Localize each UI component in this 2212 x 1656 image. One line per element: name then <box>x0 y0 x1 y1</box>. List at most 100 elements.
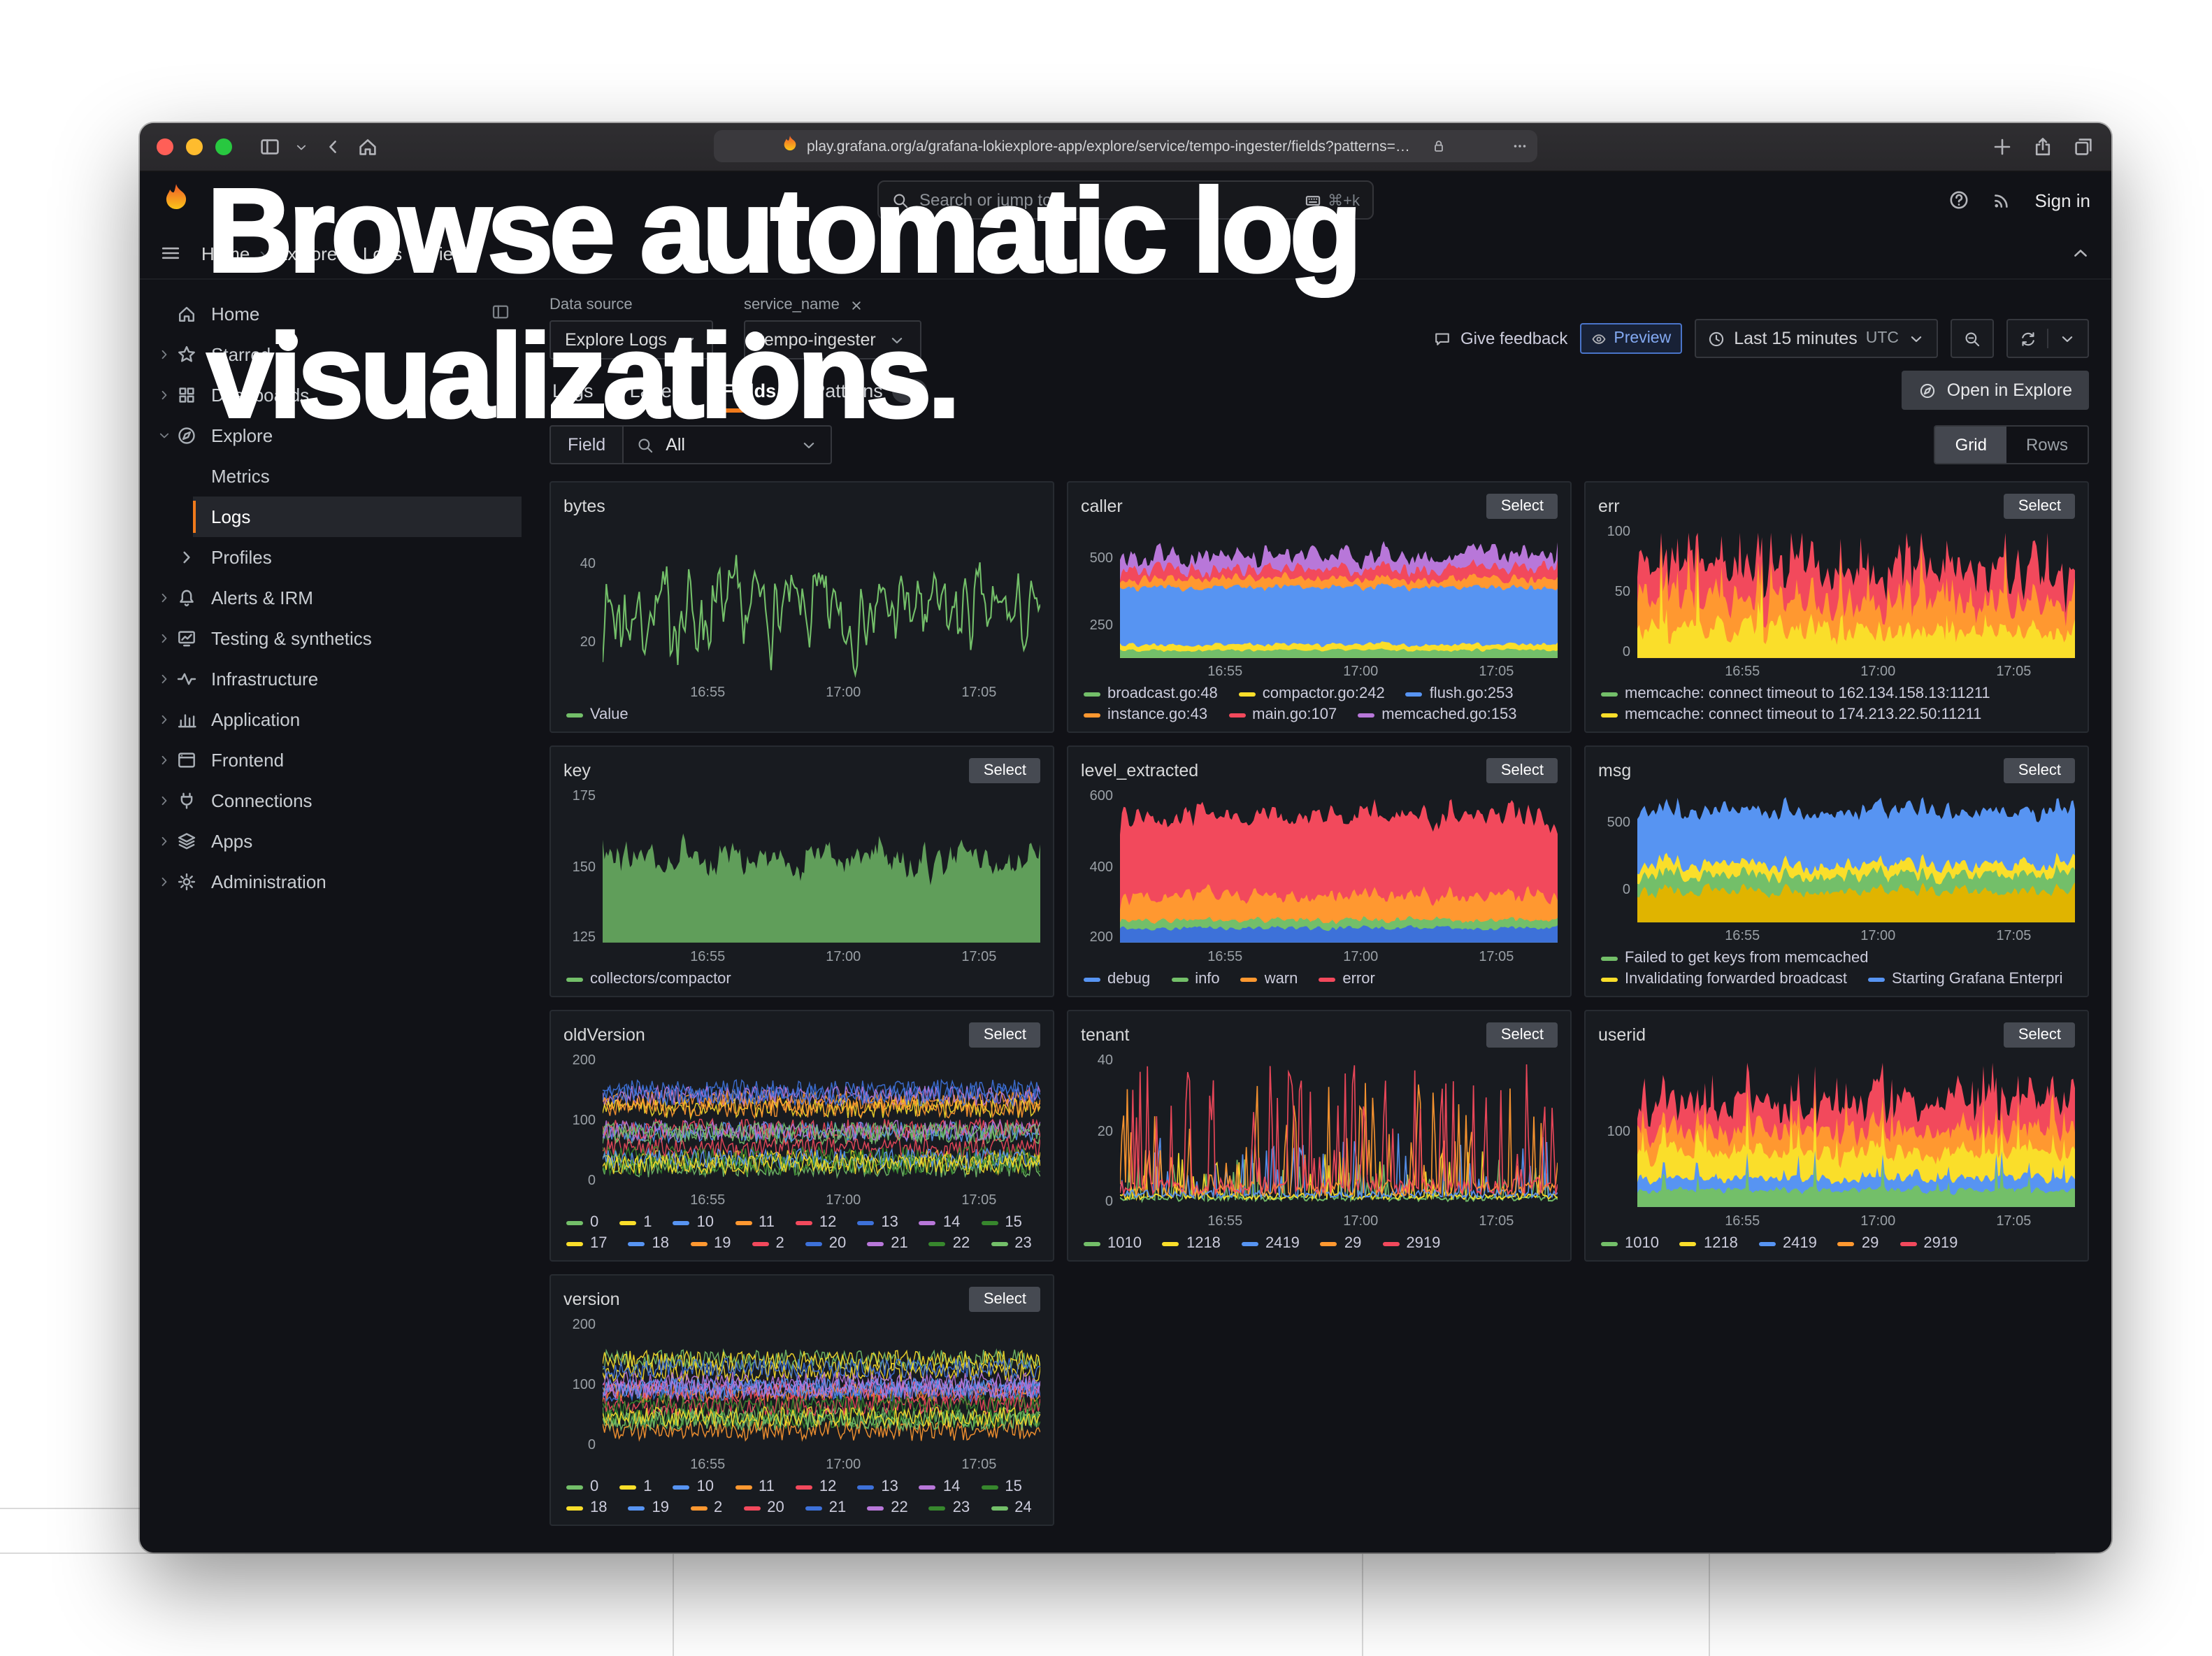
chart[interactable] <box>603 1053 1040 1192</box>
legend-item[interactable]: 13 <box>857 1478 898 1495</box>
minimize-window-button[interactable] <box>186 138 203 155</box>
zoom-window-button[interactable] <box>215 138 232 155</box>
select-button[interactable]: Select <box>1487 1022 1558 1048</box>
legend-item[interactable]: compactor.go:242 <box>1239 685 1385 702</box>
sidebar-item-administration[interactable]: Administration <box>154 862 522 902</box>
select-button[interactable]: Select <box>2004 1022 2075 1048</box>
legend-item[interactable]: 15 <box>981 1214 1022 1231</box>
grafana-logo[interactable] <box>161 181 192 219</box>
legend-item[interactable]: 19 <box>629 1499 670 1516</box>
legend-item[interactable]: 12 <box>796 1478 837 1495</box>
legend-item[interactable]: 23 <box>991 1235 1032 1252</box>
legend-item[interactable]: 17 <box>566 1235 608 1252</box>
help-icon[interactable] <box>1948 189 1971 211</box>
legend-item[interactable]: 18 <box>566 1499 608 1516</box>
sidebar-item-apps[interactable]: Apps <box>154 821 522 862</box>
chart[interactable] <box>1120 789 1558 948</box>
legend-item[interactable]: 2919 <box>1899 1235 1958 1252</box>
legend-item[interactable]: 1218 <box>1163 1235 1221 1252</box>
legend-item[interactable]: 20 <box>805 1235 847 1252</box>
legend-item[interactable]: 22 <box>929 1235 970 1252</box>
legend-item[interactable]: 20 <box>743 1499 784 1516</box>
tab-group-chevron-icon[interactable] <box>294 139 309 155</box>
legend-item[interactable]: memcache: connect timeout to 174.213.22.… <box>1601 706 1981 723</box>
select-button[interactable]: Select <box>970 1287 1040 1312</box>
legend-item[interactable]: 22 <box>867 1499 908 1516</box>
sidebar-item-profiles[interactable]: Profiles <box>154 537 522 578</box>
legend-item[interactable]: memcached.go:153 <box>1358 706 1516 723</box>
legend-item[interactable]: broadcast.go:48 <box>1084 685 1218 702</box>
back-button[interactable] <box>322 136 344 158</box>
sidebar-item-connections[interactable]: Connections <box>154 780 522 821</box>
select-button[interactable]: Select <box>2004 758 2075 783</box>
legend-item[interactable]: 19 <box>690 1235 731 1252</box>
legend-item[interactable]: 0 <box>566 1478 598 1495</box>
chart[interactable] <box>1637 524 2075 663</box>
new-tab-button[interactable] <box>1991 136 2013 158</box>
tab-overview-button[interactable] <box>2072 136 2095 158</box>
refresh-button[interactable] <box>2006 319 2089 358</box>
collapse-controls-icon[interactable] <box>2069 242 2092 264</box>
share-button[interactable] <box>2032 136 2054 158</box>
select-button[interactable]: Select <box>1487 494 1558 519</box>
address-bar[interactable]: play.grafana.org/a/grafana-lokiexplore-a… <box>714 130 1537 162</box>
chart[interactable] <box>1637 1053 2075 1213</box>
legend-item[interactable]: 18 <box>629 1235 670 1252</box>
legend-item[interactable]: flush.go:253 <box>1406 685 1514 702</box>
legend-item[interactable]: 1 <box>619 1478 652 1495</box>
legend-item[interactable]: 13 <box>857 1214 898 1231</box>
legend-item[interactable]: 2419 <box>1759 1235 1817 1252</box>
legend-item[interactable]: main.go:107 <box>1228 706 1337 723</box>
legend-item[interactable]: 11 <box>735 1478 775 1495</box>
legend-item[interactable]: 1010 <box>1084 1235 1142 1252</box>
news-icon[interactable] <box>1992 189 2014 211</box>
select-button[interactable]: Select <box>2004 494 2075 519</box>
legend-item[interactable]: 14 <box>919 1214 961 1231</box>
legend-item[interactable]: Starting Grafana Enterpri <box>1868 971 2063 987</box>
sidebar-item-frontend[interactable]: Frontend <box>154 740 522 780</box>
legend-item[interactable]: 2919 <box>1382 1235 1440 1252</box>
legend-item[interactable]: 14 <box>919 1478 961 1495</box>
legend-item[interactable]: 29 <box>1838 1235 1879 1252</box>
sidebar-item-infrastructure[interactable]: Infrastructure <box>154 659 522 699</box>
legend-item[interactable]: 1 <box>619 1214 652 1231</box>
legend-item[interactable]: 15 <box>981 1478 1022 1495</box>
chart[interactable] <box>1120 524 1558 663</box>
page-more-options-icon[interactable] <box>1511 137 1529 155</box>
browser-home-button[interactable] <box>357 136 379 158</box>
sidebar-item-metrics[interactable]: Metrics <box>154 456 522 497</box>
legend-item[interactable]: memcache: connect timeout to 162.134.158… <box>1601 685 1990 702</box>
sign-in-link[interactable]: Sign in <box>2035 190 2091 210</box>
legend-item[interactable]: 10 <box>673 1214 714 1231</box>
legend-item[interactable]: 21 <box>867 1235 908 1252</box>
legend-item[interactable]: warn <box>1241 971 1298 987</box>
legend-item[interactable]: instance.go:43 <box>1084 706 1207 723</box>
select-button[interactable]: Select <box>1487 758 1558 783</box>
zoom-out-button[interactable] <box>1951 319 1994 358</box>
open-in-explore-button[interactable]: Open in Explore <box>1902 371 2089 410</box>
legend-item[interactable]: 10 <box>673 1478 714 1495</box>
sidebar-item-logs[interactable]: Logs <box>154 497 522 537</box>
give-feedback-link[interactable]: Give feedback <box>1434 329 1567 348</box>
sidebar-item-testing-synthetics[interactable]: Testing & synthetics <box>154 618 522 659</box>
legend-item[interactable]: Invalidating forwarded broadcast <box>1601 971 1847 987</box>
close-window-button[interactable] <box>157 138 173 155</box>
legend-item[interactable]: Failed to get keys from memcached <box>1601 950 1869 966</box>
legend-item[interactable]: Value <box>566 706 629 723</box>
legend-item[interactable]: 2 <box>752 1235 784 1252</box>
chart[interactable] <box>603 1318 1040 1456</box>
select-button[interactable]: Select <box>970 1022 1040 1048</box>
sidebar-item-alerts-irm[interactable]: Alerts & IRM <box>154 578 522 618</box>
legend-item[interactable]: 1010 <box>1601 1235 1659 1252</box>
legend-item[interactable]: 21 <box>805 1499 847 1516</box>
browser-sidebar-toggle-icon[interactable] <box>259 136 281 158</box>
chart[interactable] <box>1637 789 2075 927</box>
view-option-rows[interactable]: Rows <box>2006 427 2088 463</box>
legend-item[interactable]: 2 <box>690 1499 722 1516</box>
mega-menu-toggle-icon[interactable] <box>159 242 182 264</box>
legend-item[interactable]: 0 <box>566 1214 598 1231</box>
view-option-grid[interactable]: Grid <box>1936 427 2006 463</box>
legend-item[interactable]: collectors/compactor <box>566 971 731 987</box>
time-range-picker[interactable]: Last 15 minutes UTC <box>1695 319 1938 358</box>
legend-item[interactable]: 29 <box>1321 1235 1362 1252</box>
